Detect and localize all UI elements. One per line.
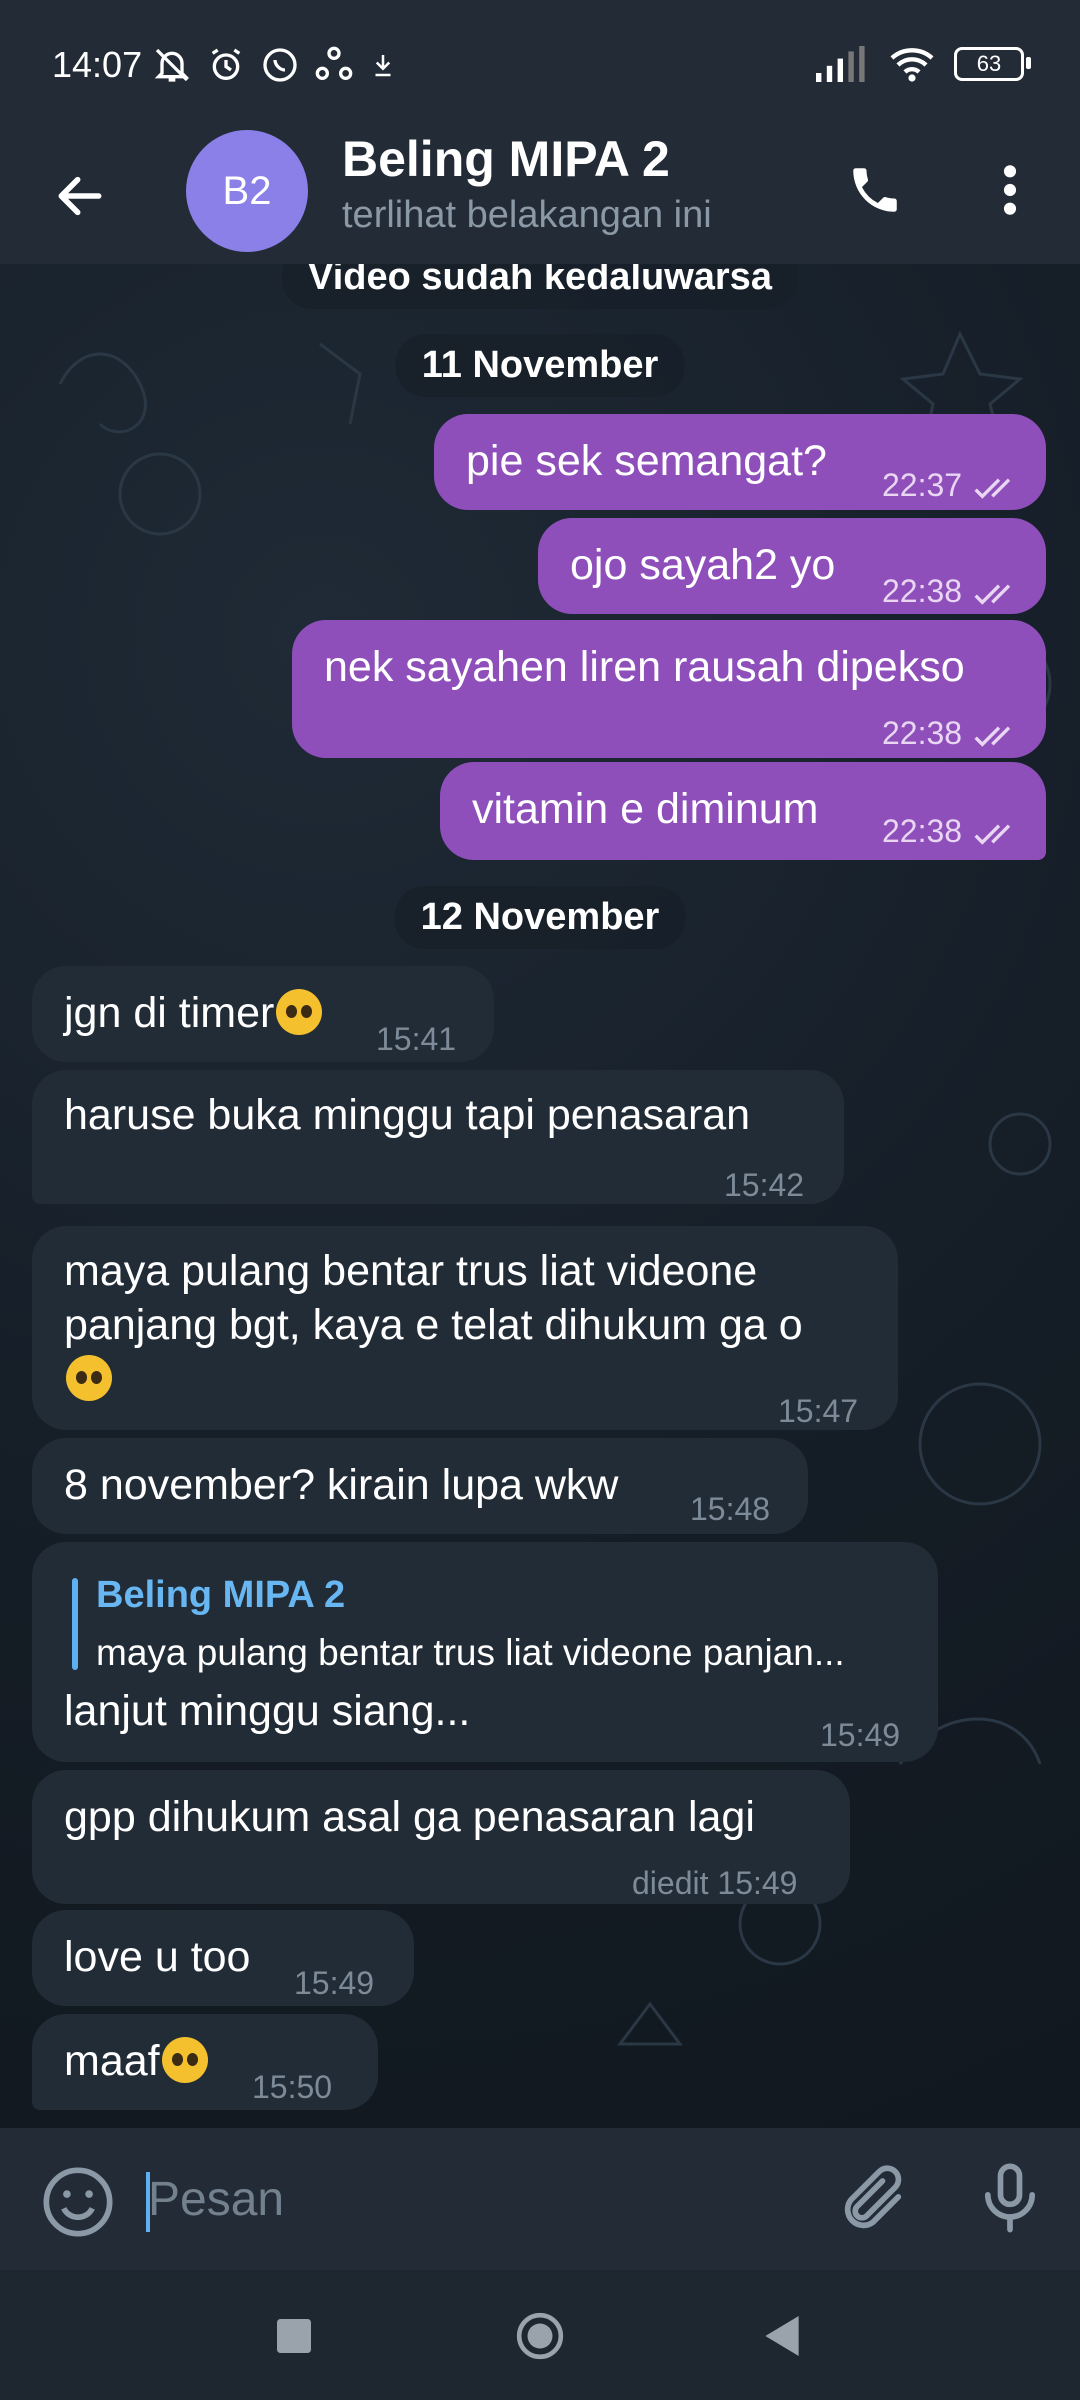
outgoing-message[interactable]: vitamin e diminum 22:38 xyxy=(440,762,1046,860)
message-list[interactable]: Video sudah kedaluwarsa 11 November pie … xyxy=(0,264,1080,2128)
message-time: 15:41 xyxy=(376,1021,457,1057)
mute-bell-icon xyxy=(154,48,190,82)
message-text: lanjut minggu siang... xyxy=(64,1687,471,1735)
composer: Pesan xyxy=(0,2128,1080,2270)
smiley-icon xyxy=(43,2167,113,2237)
pleading-face-emoji xyxy=(161,2037,208,2083)
alarm-icon xyxy=(211,48,241,80)
outgoing-message[interactable]: pie sek semangat? 22:37 xyxy=(434,414,1046,510)
message-input[interactable]: Pesan xyxy=(148,2172,284,2227)
avatar[interactable]: B2 xyxy=(186,130,308,252)
message-text: jgn di timer xyxy=(64,986,323,1040)
message-time: 15:49 xyxy=(294,1965,375,2001)
message-text: maya pulang bentar trus liat videone panj… xyxy=(64,1244,803,1406)
message-time: 22:37 xyxy=(882,467,963,503)
pleading-face-emoji xyxy=(276,989,323,1035)
message-text: gpp dihukum asal ga penasaran lagi xyxy=(64,1793,755,1841)
message-text: nek sayahen liren rausah dipekso xyxy=(324,643,965,691)
status-time: 14:07 xyxy=(52,44,143,85)
sync-icon xyxy=(315,46,353,81)
incoming-reply-message[interactable]: Beling MIPA 2 maya pulang bentar trus li… xyxy=(32,1542,938,1762)
message-meta: 22:38 xyxy=(882,706,1024,760)
back-button[interactable] xyxy=(40,156,120,236)
incoming-message[interactable]: maaf 15:50 xyxy=(32,2014,378,2110)
message-edited-time: diedit 15:49 xyxy=(632,1865,798,1901)
signal-icon xyxy=(816,46,865,82)
status-notification-icons xyxy=(152,40,398,90)
message-time: 22:38 xyxy=(882,573,963,609)
paperclip-icon xyxy=(844,2165,902,2229)
triangle-back-icon xyxy=(765,2316,799,2356)
date-separator: 12 November xyxy=(394,886,686,949)
message-time: 15:48 xyxy=(690,1491,771,1527)
crying-face-emoji xyxy=(66,1355,112,1401)
reply-snippet[interactable]: maya pulang bentar trus liat videone pan… xyxy=(96,1626,845,1680)
system-navigation-bar xyxy=(0,2270,1080,2400)
system-message-expired: Video sudah kedaluwarsa xyxy=(282,264,798,309)
message-text: haruse buka minggu tapi penasaran xyxy=(64,1091,751,1139)
incoming-message[interactable]: love u too 15:49 xyxy=(32,1910,414,2006)
outgoing-message[interactable]: nek sayahen liren rausah dipekso 22:38 xyxy=(292,620,1046,758)
incoming-message[interactable]: gpp dihukum asal ga penasaran lagi diedi… xyxy=(32,1770,850,1904)
home-button[interactable] xyxy=(510,2306,570,2366)
outgoing-message[interactable]: ojo sayah2 yo 22:38 xyxy=(538,518,1046,614)
date-separator: 11 November xyxy=(395,334,685,397)
microphone-icon xyxy=(984,2163,1036,2233)
chat-title[interactable]: Beling MIPA 2 xyxy=(342,130,670,188)
message-meta: 22:38 xyxy=(882,804,1024,858)
chat-header: B2 Beling MIPA 2 terlihat belakangan ini xyxy=(0,130,1080,264)
battery-indicator: 63 xyxy=(954,47,1031,81)
message-text: maaf xyxy=(64,2034,208,2088)
reply-quote-bar xyxy=(72,1578,78,1670)
incoming-message[interactable]: haruse buka minggu tapi penasaran 15:42 xyxy=(32,1070,844,1204)
status-system-icons: 63 xyxy=(816,44,1031,84)
emoji-button[interactable] xyxy=(40,2164,116,2240)
recents-button[interactable] xyxy=(264,2306,324,2366)
double-check-icon xyxy=(974,584,1011,605)
message-text: pie sek semangat? xyxy=(466,437,827,485)
incoming-message[interactable]: maya pulang bentar trus liat videone panj… xyxy=(32,1226,898,1430)
message-text: vitamin e diminum xyxy=(472,785,819,833)
message-time: 15:47 xyxy=(778,1393,859,1429)
message-meta: 22:37 xyxy=(882,458,1024,512)
status-bar: 14:07 63 xyxy=(0,0,1080,130)
more-options-button[interactable] xyxy=(975,150,1045,230)
reply-author[interactable]: Beling MIPA 2 xyxy=(96,1568,345,1622)
call-button[interactable] xyxy=(835,150,915,230)
double-check-icon xyxy=(974,726,1011,747)
message-time: 15:49 xyxy=(820,1717,901,1753)
message-meta: 22:38 xyxy=(882,564,1024,618)
more-vertical-icon xyxy=(1003,165,1017,215)
message-text: love u too xyxy=(64,1933,251,1981)
double-check-icon xyxy=(974,824,1011,845)
message-time: 22:38 xyxy=(882,813,963,849)
message-time: 22:38 xyxy=(882,715,963,751)
message-time: 15:42 xyxy=(724,1167,805,1203)
circle-icon xyxy=(516,2312,564,2360)
incoming-message[interactable]: 8 november? kirain lupa wkw 15:48 xyxy=(32,1438,808,1534)
voice-record-button[interactable] xyxy=(972,2158,1048,2238)
incoming-message[interactable]: jgn di timer 15:41 xyxy=(32,966,494,1062)
phone-icon xyxy=(853,168,897,212)
download-icon xyxy=(375,55,391,77)
message-time: 15:50 xyxy=(252,2069,333,2105)
attach-button[interactable] xyxy=(835,2162,911,2238)
square-icon xyxy=(277,2319,311,2353)
last-seen-status: terlihat belakangan ini xyxy=(342,194,712,236)
back-nav-button[interactable] xyxy=(752,2306,812,2366)
message-text: ojo sayah2 yo xyxy=(570,541,836,589)
whatsapp-icon xyxy=(263,48,297,82)
arrow-left-icon xyxy=(58,176,102,216)
double-check-icon xyxy=(974,478,1011,499)
wifi-icon xyxy=(890,48,934,82)
message-text: 8 november? kirain lupa wkw xyxy=(64,1461,619,1509)
